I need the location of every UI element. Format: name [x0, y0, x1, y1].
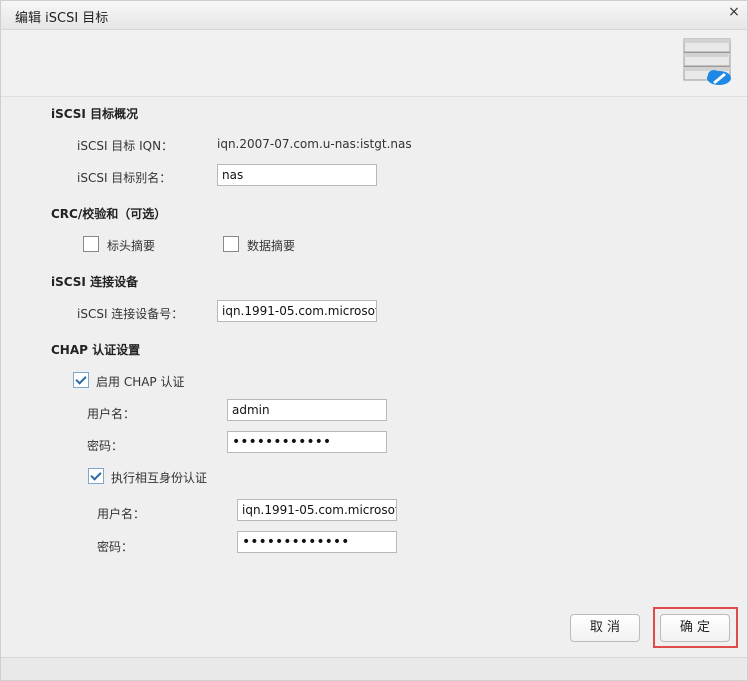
cancel-button[interactable]: 取 消 [570, 614, 640, 642]
alias-label: iSCSI 目标别名： [77, 171, 172, 185]
dialog-title: 编辑 iSCSI 目标 [15, 11, 109, 26]
mutual-username-input[interactable]: iqn.1991-05.com.microsoft:w [237, 499, 397, 521]
section-title-crc: CRC/校验和（可选） [51, 207, 167, 221]
section-title-chap: CHAP 认证设置 [51, 343, 141, 357]
mutual-password-label: 密码： [97, 540, 134, 554]
ok-button-highlight [653, 607, 738, 648]
iqn-label: iSCSI 目标 IQN： [77, 139, 174, 153]
header-digest-checkbox[interactable] [83, 236, 99, 252]
initiator-name-input[interactable]: iqn.1991-05.com.microsoft:w [217, 300, 377, 322]
chap-username-label: 用户名： [87, 407, 136, 421]
iqn-value: iqn.2007-07.com.u-nas:istgt.nas [217, 137, 412, 151]
form-content: iSCSI 目标概况 iSCSI 目标 IQN： iqn.2007-07.com… [1, 97, 747, 657]
mutual-auth-checkbox[interactable] [88, 468, 104, 484]
close-icon[interactable]: × [727, 5, 741, 19]
alias-input[interactable]: nas [217, 164, 377, 186]
chap-password-label: 密码： [87, 439, 124, 453]
enable-chap-checkbox[interactable] [73, 372, 89, 388]
status-bar [1, 658, 747, 680]
mutual-auth-label: 执行相互身份认证 [111, 471, 208, 485]
title-bar[interactable]: 编辑 iSCSI 目标 × [1, 1, 747, 30]
chap-password-input[interactable]: •••••••••••• [227, 431, 387, 453]
data-digest-checkbox[interactable] [223, 236, 239, 252]
mutual-username-label: 用户名： [97, 507, 146, 521]
section-title-initiator: iSCSI 连接设备 [51, 275, 139, 289]
chap-username-input[interactable]: admin [227, 399, 387, 421]
storage-server-icon [683, 38, 731, 85]
section-title-overview: iSCSI 目标概况 [51, 107, 139, 121]
header-digest-label: 标头摘要 [107, 239, 156, 253]
header-banner [1, 30, 747, 97]
data-digest-label: 数据摘要 [247, 239, 296, 253]
mutual-password-input[interactable]: ••••••••••••• [237, 531, 397, 553]
enable-chap-label: 启用 CHAP 认证 [96, 375, 185, 389]
edit-iscsi-target-dialog: 编辑 iSCSI 目标 × iSCSI 目标概况 iSCSI 目标 IQN： i… [0, 0, 748, 681]
initiator-name-label: iSCSI 连接设备号： [77, 307, 184, 321]
